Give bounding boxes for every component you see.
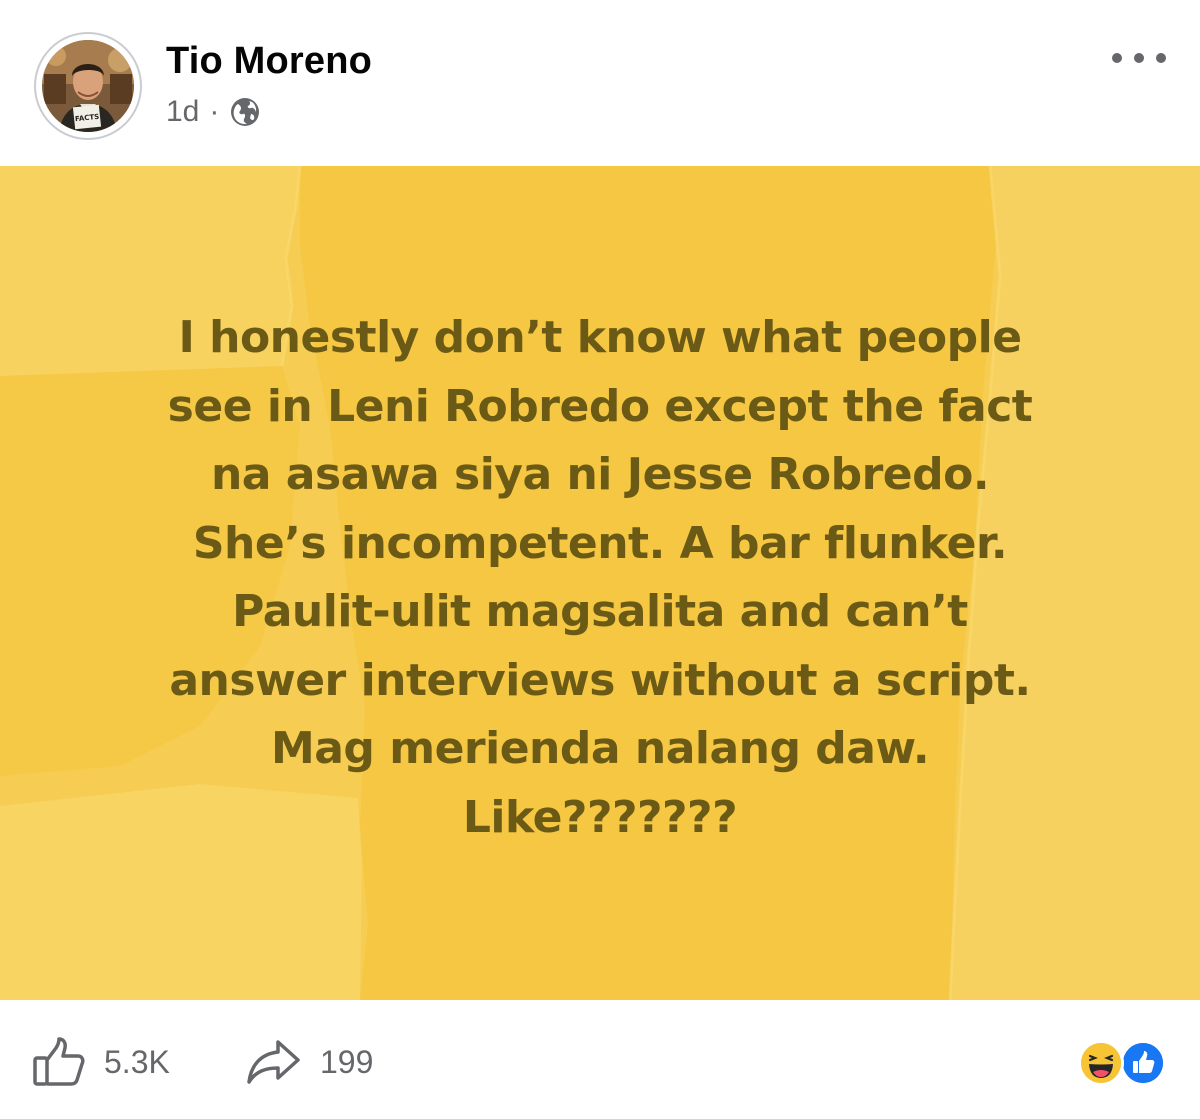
like-badge [1123, 1043, 1163, 1083]
post-text-line: Paulit-ulit magsalita and can’t [232, 586, 968, 637]
reactions-summary[interactable] [1078, 1040, 1170, 1088]
more-dot [1134, 53, 1144, 63]
avatar-image: FACTS [42, 40, 134, 132]
meta-separator: · [209, 95, 220, 128]
post-header: FACTS Tio Moreno 1d · [0, 0, 1200, 166]
thumbs-up-icon [33, 1037, 85, 1086]
post-text-line: She’s incompetent. A bar flunker. [192, 517, 1008, 569]
post-text-line: na asawa siya ni Jesse Robredo. [210, 449, 990, 500]
more-dot [1156, 53, 1166, 63]
post-background-card: I honestly don’t know what people see in… [0, 166, 1200, 1000]
post-text-line: Like??????? [462, 791, 738, 843]
like-count: 5.3K [104, 1043, 170, 1080]
post-meta: 1d · [166, 92, 261, 132]
avatar[interactable]: FACTS [34, 32, 142, 140]
like-reaction-icon [1120, 1040, 1166, 1086]
author-name[interactable]: Tio Moreno [166, 40, 372, 83]
share-arrow-icon [247, 1040, 300, 1084]
haha-face [1081, 1043, 1121, 1083]
post-text-line: I honestly don’t know what people [178, 312, 1022, 363]
share-button[interactable]: 199 [246, 1036, 373, 1088]
post-text-line: Mag merienda nalang daw. [270, 723, 930, 774]
like-button[interactable]: 5.3K [32, 1036, 170, 1088]
more-options-icon[interactable] [1112, 44, 1166, 72]
post-text-line: see in Leni Robredo except the fact [167, 380, 1033, 432]
globe-icon[interactable] [229, 96, 261, 128]
more-dot [1112, 53, 1122, 63]
post-time[interactable]: 1d [166, 95, 199, 129]
facebook-post: FACTS Tio Moreno 1d · I honestly don’t k… [0, 0, 1200, 1119]
share-count: 199 [320, 1043, 374, 1080]
haha-reaction-icon [1078, 1040, 1124, 1086]
post-text-line: answer interviews without a script. [169, 654, 1031, 706]
post-footer: 5.3K 199 [0, 1000, 1200, 1119]
post-text: I honestly don’t know what people see in… [60, 304, 1140, 852]
